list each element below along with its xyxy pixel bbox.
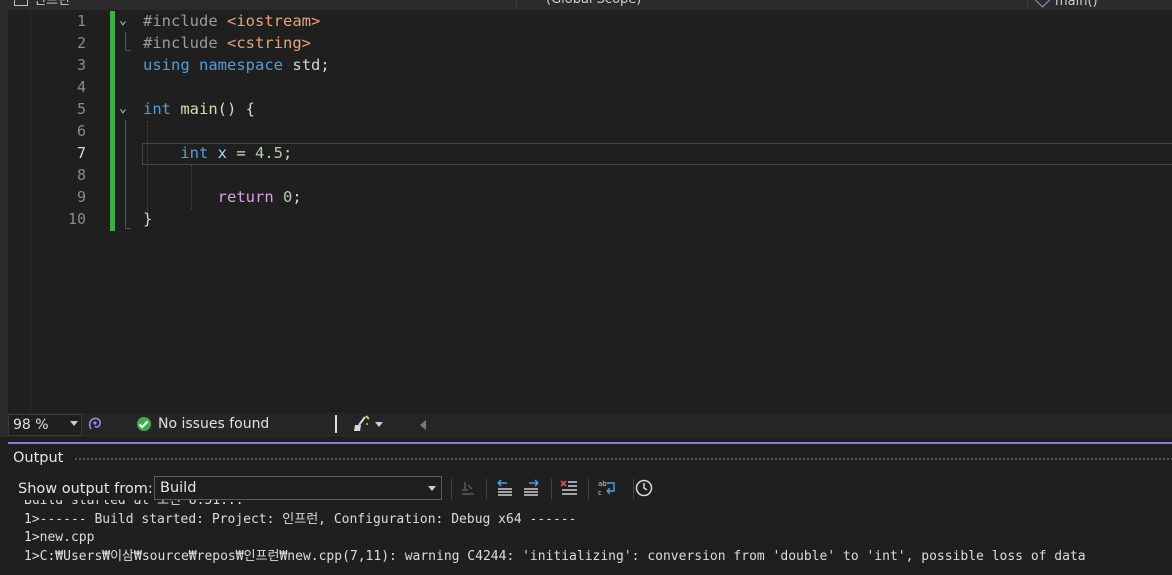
scope-dropdown[interactable]: (Global Scope) — [546, 0, 641, 8]
line-number: 10 — [67, 210, 86, 228]
line-number: 2 — [76, 34, 86, 52]
fold-guide-end — [125, 50, 131, 51]
output-log[interactable]: Build started at 오전 8:51... 1>------ Bui… — [24, 500, 1172, 575]
number-literal: 4.5 — [255, 144, 284, 162]
code-line-1[interactable]: #include <iostream> — [143, 10, 320, 32]
line-number: 5 — [76, 100, 86, 118]
find-message-in-code-icon[interactable] — [458, 478, 478, 498]
glyph-margin[interactable] — [8, 10, 31, 413]
fold-guide — [125, 32, 126, 50]
line-number: 6 — [76, 122, 86, 140]
code-line-7[interactable]: int x = 4.5; — [143, 142, 292, 164]
punctuation: ; — [283, 144, 293, 162]
panel-drag-grip[interactable] — [74, 457, 1172, 462]
go-to-next-message-icon[interactable] — [521, 478, 541, 498]
current-line-highlight — [142, 143, 1172, 165]
zoom-level: 98 % — [13, 417, 49, 433]
output-source-select[interactable]: Build — [154, 476, 442, 500]
output-source-value: Build — [160, 480, 197, 496]
line-number: 3 — [76, 56, 86, 74]
editor-status-bar: 98 % No issues found — [8, 413, 1172, 437]
show-output-from-label: Show output from: — [18, 481, 153, 497]
toolbar-divider — [451, 479, 452, 499]
scroll-left-arrow-icon[interactable] — [420, 420, 426, 430]
clear-all-icon[interactable] — [559, 478, 579, 498]
check-circle-icon[interactable] — [137, 417, 151, 431]
project-label: 인프런 — [34, 0, 70, 8]
code-line-10[interactable]: } — [143, 208, 152, 230]
zoom-dropdown[interactable]: 98 % — [8, 414, 82, 436]
member-label: main() — [1055, 0, 1098, 9]
line-number: 1 — [76, 12, 86, 30]
project-icon — [14, 0, 28, 6]
status-divider — [335, 415, 337, 433]
code-line-5[interactable]: int main() { — [143, 98, 255, 120]
chevron-down-icon — [70, 421, 78, 426]
clock-icon[interactable] — [634, 478, 654, 498]
toolbar-divider — [486, 479, 487, 499]
code-editor[interactable]: 1 2 3 4 5 6 7 8 9 10 ⌄ ⌄ #include <iostr… — [8, 10, 1172, 413]
punctuation: ; — [292, 188, 302, 206]
panel-title: Output — [13, 450, 64, 466]
variable-name: x — [217, 144, 228, 162]
project-dropdown[interactable]: 인프런 — [14, 0, 70, 8]
number-literal: 0 — [283, 188, 293, 206]
window-edge — [0, 10, 8, 437]
member-dropdown[interactable]: main() — [1033, 0, 1098, 9]
toolbar-divider — [551, 479, 552, 499]
preprocessor-directive: #include — [143, 12, 218, 30]
change-tracking-bar — [110, 11, 115, 231]
keyword: namespace — [199, 56, 284, 74]
nav-divider — [1027, 0, 1028, 10]
keyword: using — [143, 56, 190, 74]
operator: = — [227, 144, 256, 162]
include-header: <cstring> — [227, 34, 311, 52]
output-line: 1>C:₩Users₩이삼₩source₩repos₩인프런₩new.cpp(7… — [24, 548, 1086, 564]
fold-collapse-icon[interactable]: ⌄ — [119, 98, 127, 120]
line-number: 8 — [76, 166, 86, 184]
closing-brace: } — [143, 210, 153, 228]
go-to-previous-message-icon[interactable] — [495, 478, 515, 498]
line-number: 4 — [76, 78, 86, 96]
control-keyword: return — [217, 188, 274, 206]
output-line: Build started at 오전 8:51... — [24, 500, 244, 508]
copilot-icon[interactable] — [88, 417, 102, 431]
line-number-current: 7 — [76, 144, 86, 162]
navigation-bar: 인프런 (Global Scope) main() — [0, 0, 1172, 10]
issues-status[interactable]: No issues found — [158, 416, 269, 432]
function-name: main — [180, 100, 218, 118]
keyword: int — [180, 144, 209, 162]
method-icon — [1033, 0, 1052, 8]
include-header: <iostream> — [227, 12, 321, 30]
code-line-2[interactable]: #include <cstring> — [143, 32, 311, 54]
word-wrap-icon[interactable]: ab c — [597, 478, 617, 498]
line-number: 9 — [76, 188, 86, 206]
fold-guide — [125, 120, 126, 228]
code-cleanup-icon[interactable] — [352, 415, 372, 433]
chevron-down-icon — [428, 486, 436, 491]
keyword: int — [143, 100, 171, 118]
toolbar-divider — [588, 479, 589, 499]
code-line-9[interactable]: return 0; — [143, 186, 302, 208]
output-line: 1>------ Build started: Project: 인프런, Co… — [24, 511, 577, 527]
namespace-name: std; — [292, 56, 330, 74]
code-line-3[interactable]: using namespace std; — [143, 54, 330, 76]
output-panel: Output Show output from: Build ab c Buil… — [8, 442, 1172, 575]
svg-text:c: c — [598, 489, 602, 497]
output-line: 1>new.cpp — [24, 530, 95, 545]
nav-divider — [516, 0, 517, 10]
chevron-down-icon[interactable] — [375, 422, 383, 427]
preprocessor-directive: #include — [143, 34, 218, 52]
punctuation: () { — [217, 100, 255, 118]
fold-guide-end — [125, 228, 131, 229]
fold-collapse-icon[interactable]: ⌄ — [119, 10, 127, 32]
svg-text:ab: ab — [598, 480, 607, 488]
